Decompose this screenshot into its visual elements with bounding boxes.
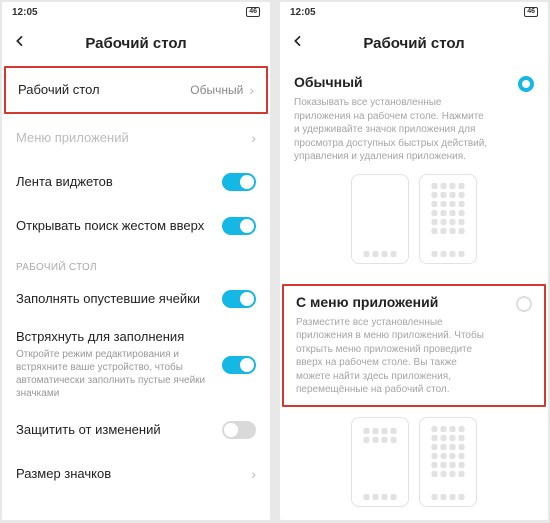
row-label: Заполнять опустевшие ячейки (16, 291, 222, 307)
row-label: Лента виджетов (16, 174, 222, 190)
radio-selected[interactable] (518, 76, 534, 92)
row-label-block: Встряхнуть для заполнения Откройте режим… (16, 329, 222, 400)
network-badge: 46 (524, 7, 538, 17)
statusbar: 12:05 46 (280, 2, 548, 22)
status-time: 12:05 (12, 7, 38, 18)
row-widgets[interactable]: Лента виджетов (16, 160, 256, 204)
header: Рабочий стол (2, 22, 270, 64)
page-title: Рабочий стол (12, 35, 260, 52)
toggle-on[interactable] (222, 173, 256, 191)
option-title: С меню приложений (296, 294, 516, 310)
section-header: РАБОЧИЙ СТОЛ (16, 248, 256, 277)
toggle-on[interactable] (222, 217, 256, 235)
phone-left: 12:05 46 Рабочий стол Рабочий стол Обычн… (2, 2, 270, 520)
row-shake-fill[interactable]: Встряхнуть для заполнения Откройте режим… (16, 321, 256, 408)
row-value: Обычный (190, 83, 243, 97)
chevron-right-icon: › (251, 130, 256, 146)
highlight-box-desktop: Рабочий стол Обычный › (4, 66, 268, 114)
row-desktop-mode[interactable]: Рабочий стол Обычный › (18, 68, 254, 112)
row-lock-changes[interactable]: Защитить от изменений (16, 408, 256, 452)
phone-right: 12:05 46 Рабочий стол Обычный Показывать… (280, 2, 548, 520)
row-fill-empty[interactable]: Заполнять опустевшие ячейки (16, 277, 256, 321)
network-badge: 46 (246, 7, 260, 17)
toggle-on[interactable] (222, 290, 256, 308)
row-label: Встряхнуть для заполнения (16, 329, 214, 345)
thumb-phone-icon (419, 174, 477, 264)
row-app-menu: Меню приложений › (16, 116, 256, 160)
toggle-on[interactable] (222, 356, 256, 374)
row-label: Рабочий стол (18, 82, 190, 98)
row-label: Защитить от изменений (16, 422, 222, 438)
page-title: Рабочий стол (290, 35, 538, 52)
option-title: Обычный (294, 74, 518, 90)
thumb-phone-icon (419, 417, 477, 507)
header: Рабочий стол (280, 22, 548, 64)
chevron-right-icon: › (249, 82, 254, 98)
status-icons: 46 (515, 7, 538, 17)
option-app-drawer[interactable]: С меню приложений Разместите все установ… (296, 286, 532, 405)
chevron-right-icon: › (251, 466, 256, 482)
option-thumbs (294, 417, 534, 507)
option-thumbs (294, 174, 534, 264)
thumb-phone-icon (351, 417, 409, 507)
option-standard[interactable]: Обычный Показывать все установленные при… (294, 64, 534, 278)
thumb-phone-icon (351, 174, 409, 264)
highlight-box-appdrawer: С меню приложений Разместите все установ… (282, 284, 546, 407)
radio-unselected[interactable] (516, 296, 532, 312)
row-label: Размер значков (16, 466, 245, 482)
row-sublabel: Откройте режим редактирования и встряхни… (16, 348, 214, 400)
toggle-off[interactable] (222, 421, 256, 439)
row-label: Меню приложений (16, 130, 245, 146)
row-label: Открывать поиск жестом вверх (16, 218, 222, 234)
option-desc: Показывать все установленные приложения … (294, 96, 518, 164)
options-list: Обычный Показывать все установленные при… (280, 64, 548, 520)
row-search-gesture[interactable]: Открывать поиск жестом вверх (16, 204, 256, 248)
option-desc: Разместите все установленные приложения … (296, 316, 516, 397)
status-icons: 46 (237, 7, 260, 17)
row-icon-size[interactable]: Размер значков › (16, 452, 256, 496)
settings-list: Рабочий стол Обычный › Меню приложений ›… (2, 64, 270, 520)
statusbar: 12:05 46 (2, 2, 270, 22)
status-time: 12:05 (290, 7, 316, 18)
